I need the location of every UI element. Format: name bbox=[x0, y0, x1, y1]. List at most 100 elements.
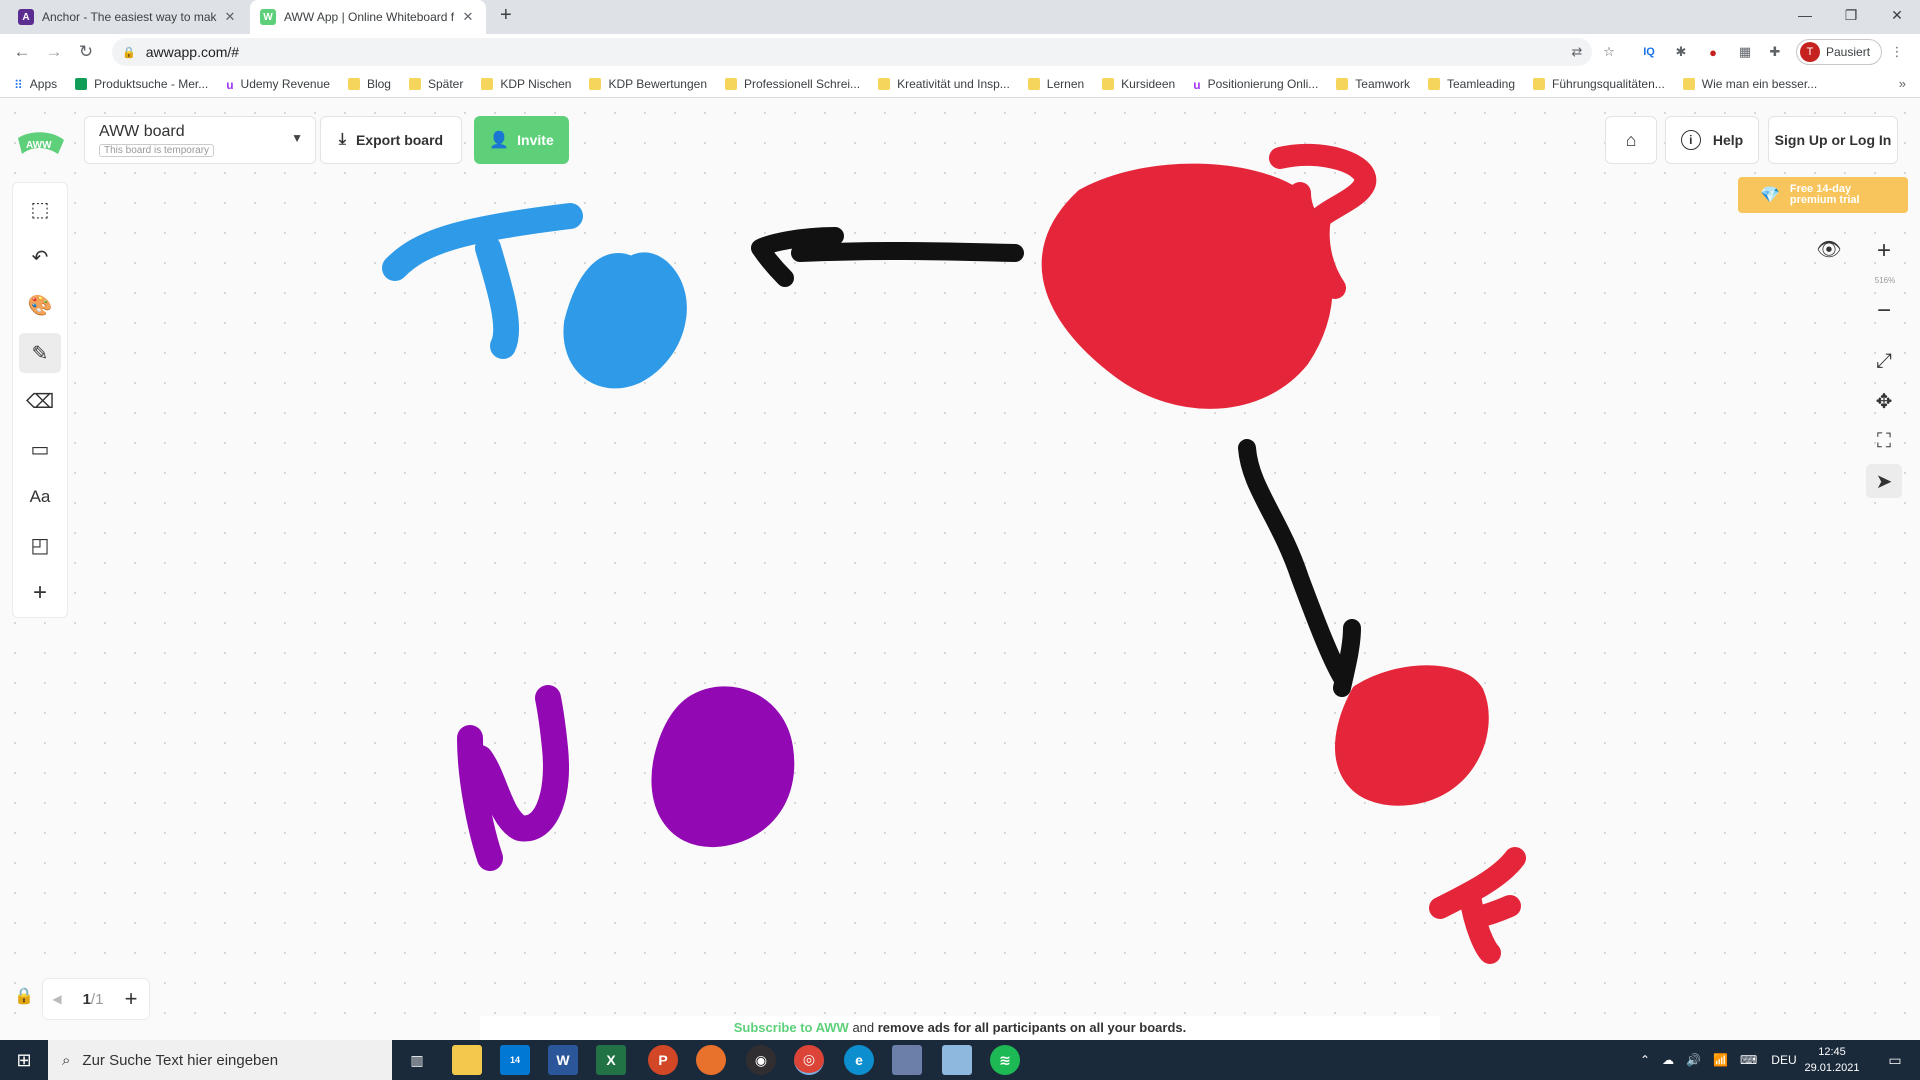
app-window-icon[interactable] bbox=[892, 1045, 922, 1075]
more-bookmarks-icon[interactable]: » bbox=[1899, 76, 1906, 91]
tab-aww[interactable]: W AWW App | Online Whiteboard f ✕ bbox=[250, 0, 486, 34]
notification-icon[interactable]: ▭ bbox=[1880, 1045, 1910, 1075]
app-icon[interactable] bbox=[696, 1045, 726, 1075]
extension-icon[interactable]: ✱ bbox=[1672, 43, 1690, 61]
profile-button[interactable]: T Pausiert bbox=[1796, 39, 1882, 65]
adblock-extension-icon[interactable]: ● bbox=[1704, 43, 1722, 61]
bookmark-item[interactable]: Teamwork bbox=[1336, 77, 1410, 91]
bookmark-item[interactable]: Produktsuche - Mer... bbox=[75, 77, 208, 91]
close-tab-icon[interactable]: ✕ bbox=[222, 9, 238, 25]
notepad-icon[interactable] bbox=[942, 1045, 972, 1075]
zoom-out-button[interactable]: − bbox=[1866, 294, 1902, 328]
bookmark-item[interactable]: u Udemy Revenue bbox=[226, 77, 330, 92]
help-button[interactable]: i Help bbox=[1665, 116, 1759, 164]
undo-button[interactable]: ↶ bbox=[19, 237, 61, 277]
previous-page-button[interactable]: ◀ bbox=[43, 992, 71, 1006]
premium-text: Free 14-day premium trial bbox=[1789, 183, 1860, 206]
lock-board-button[interactable]: 🔒 bbox=[14, 986, 34, 1006]
profile-label: Pausiert bbox=[1826, 45, 1871, 59]
bookmark-item[interactable]: Führungsqualitäten... bbox=[1533, 77, 1665, 91]
diamond-icon: 💎 bbox=[1760, 186, 1780, 204]
spotify-icon[interactable]: ≋ bbox=[990, 1045, 1020, 1075]
network-icon[interactable]: 📶 bbox=[1713, 1053, 1728, 1067]
select-icon: ⬚ bbox=[30, 198, 50, 221]
sign-up-login-button[interactable]: Sign Up or Log In bbox=[1768, 116, 1898, 164]
bookmark-item[interactable]: Teamleading bbox=[1427, 77, 1515, 91]
subscribe-link[interactable]: Subscribe to AWW bbox=[734, 1020, 849, 1035]
bookmark-item[interactable]: Kreativität und Insp... bbox=[878, 77, 1010, 91]
onedrive-icon[interactable]: ☁ bbox=[1662, 1053, 1674, 1067]
excel-icon[interactable]: X bbox=[596, 1045, 626, 1075]
home-button[interactable]: ⌂ bbox=[1605, 116, 1657, 164]
tab-anchor[interactable]: A Anchor - The easiest way to mak ✕ bbox=[8, 0, 248, 34]
board-selector[interactable]: AWW board This board is temporary ▼ bbox=[84, 116, 316, 164]
invite-button[interactable]: 👤 Invite bbox=[474, 116, 569, 164]
bookmark-apps[interactable]: ⠿ Apps bbox=[14, 77, 57, 92]
help-label: Help bbox=[1712, 132, 1744, 148]
bookmark-item[interactable]: Lernen bbox=[1027, 77, 1084, 91]
back-button[interactable]: ← bbox=[10, 40, 34, 64]
fullscreen-button[interactable]: ⤢ bbox=[1866, 344, 1902, 378]
start-button[interactable]: ⊞ bbox=[0, 1040, 48, 1080]
view-toggle-button[interactable]: 👁 bbox=[1811, 232, 1847, 266]
clock[interactable]: 12:45 29.01.2021 bbox=[1792, 1044, 1872, 1076]
bookmark-item[interactable]: Wie man ein besser... bbox=[1682, 77, 1817, 91]
select-tool-button[interactable]: ⬚ bbox=[19, 189, 61, 229]
bookmark-item[interactable]: KDP Nischen bbox=[481, 77, 571, 91]
laser-pointer-button[interactable]: ➤ bbox=[1866, 464, 1902, 498]
translate-icon[interactable]: ⇄ bbox=[1568, 43, 1586, 61]
iq-extension-icon[interactable]: IQ bbox=[1640, 43, 1658, 61]
bookmark-item[interactable]: Blog bbox=[347, 77, 391, 91]
shape-tool-button[interactable]: ▭ bbox=[19, 429, 61, 469]
taskbar-search[interactable]: ⌕ Zur Suche Text hier eingeben bbox=[48, 1040, 392, 1080]
new-tab-button[interactable]: + bbox=[500, 4, 512, 27]
add-more-tools-button[interactable]: + bbox=[19, 573, 61, 613]
text-tool-button[interactable]: Aa bbox=[19, 477, 61, 517]
bookmark-item[interactable]: KDP Bewertungen bbox=[589, 77, 707, 91]
aww-logo[interactable]: AWW bbox=[14, 128, 66, 158]
keyboard-icon[interactable]: ⌨ bbox=[1740, 1053, 1757, 1067]
pan-tool-button[interactable]: ✥ bbox=[1866, 384, 1902, 418]
premium-trial-button[interactable]: 💎 Free 14-day premium trial bbox=[1738, 177, 1908, 213]
restore-button[interactable]: ❐ bbox=[1828, 0, 1874, 30]
eraser-tool-button[interactable]: ⌫ bbox=[19, 381, 61, 421]
task-view-icon[interactable]: ▥ bbox=[402, 1045, 432, 1075]
signin-label: Sign Up or Log In bbox=[1774, 132, 1892, 148]
edge-icon[interactable]: e bbox=[844, 1045, 874, 1075]
menu-dots-icon[interactable]: ⋮ bbox=[1888, 43, 1906, 61]
grid-extension-icon[interactable]: ▦ bbox=[1736, 43, 1754, 61]
obs-icon[interactable]: ◉ bbox=[746, 1045, 776, 1075]
folder-icon bbox=[481, 77, 494, 90]
close-tab-icon[interactable]: ✕ bbox=[460, 9, 476, 25]
reload-button[interactable]: ↻ bbox=[74, 40, 98, 64]
minimize-button[interactable]: — bbox=[1782, 0, 1828, 30]
address-bar[interactable]: 🔒 awwapp.com/# bbox=[112, 38, 1592, 66]
mail-icon[interactable]: 14 bbox=[500, 1045, 530, 1075]
volume-icon[interactable]: 🔊 bbox=[1686, 1053, 1701, 1067]
board-name: AWW board bbox=[99, 123, 185, 140]
powerpoint-icon[interactable]: P bbox=[648, 1045, 678, 1075]
zoom-in-button[interactable]: + bbox=[1866, 234, 1902, 268]
stroke-blue-t-stem bbox=[475, 235, 520, 359]
whiteboard-canvas[interactable] bbox=[0, 98, 1920, 1040]
pencil-tool-button[interactable]: ✎ bbox=[19, 333, 61, 373]
puzzle-extensions-icon[interactable]: ✚ bbox=[1766, 43, 1784, 61]
bookmark-item[interactable]: Kursideen bbox=[1102, 77, 1175, 91]
bookmark-star-icon[interactable]: ☆ bbox=[1600, 43, 1618, 61]
add-page-button[interactable]: + bbox=[115, 986, 147, 1012]
export-board-button[interactable]: ⤓ Export board bbox=[320, 116, 462, 164]
chevron-up-icon[interactable]: ⌃ bbox=[1640, 1053, 1650, 1067]
word-icon[interactable]: W bbox=[548, 1045, 578, 1075]
close-window-button[interactable]: ✕ bbox=[1874, 0, 1920, 30]
forward-button[interactable]: → bbox=[42, 40, 66, 64]
fit-to-screen-button[interactable]: ⛶ bbox=[1866, 424, 1902, 458]
bookmark-item[interactable]: Professionell Schrei... bbox=[725, 77, 860, 91]
file-explorer-icon[interactable] bbox=[452, 1045, 482, 1075]
bookmark-item[interactable]: u Positionierung Onli... bbox=[1193, 77, 1318, 92]
bookmark-item[interactable]: Später bbox=[408, 77, 463, 91]
chrome-icon[interactable]: ◎ bbox=[794, 1045, 824, 1075]
undo-icon: ↶ bbox=[31, 246, 49, 269]
sticky-note-button[interactable]: ◰ bbox=[19, 525, 61, 565]
stroke-purple-n bbox=[457, 685, 569, 871]
color-palette-button[interactable]: 🎨 bbox=[19, 285, 61, 325]
